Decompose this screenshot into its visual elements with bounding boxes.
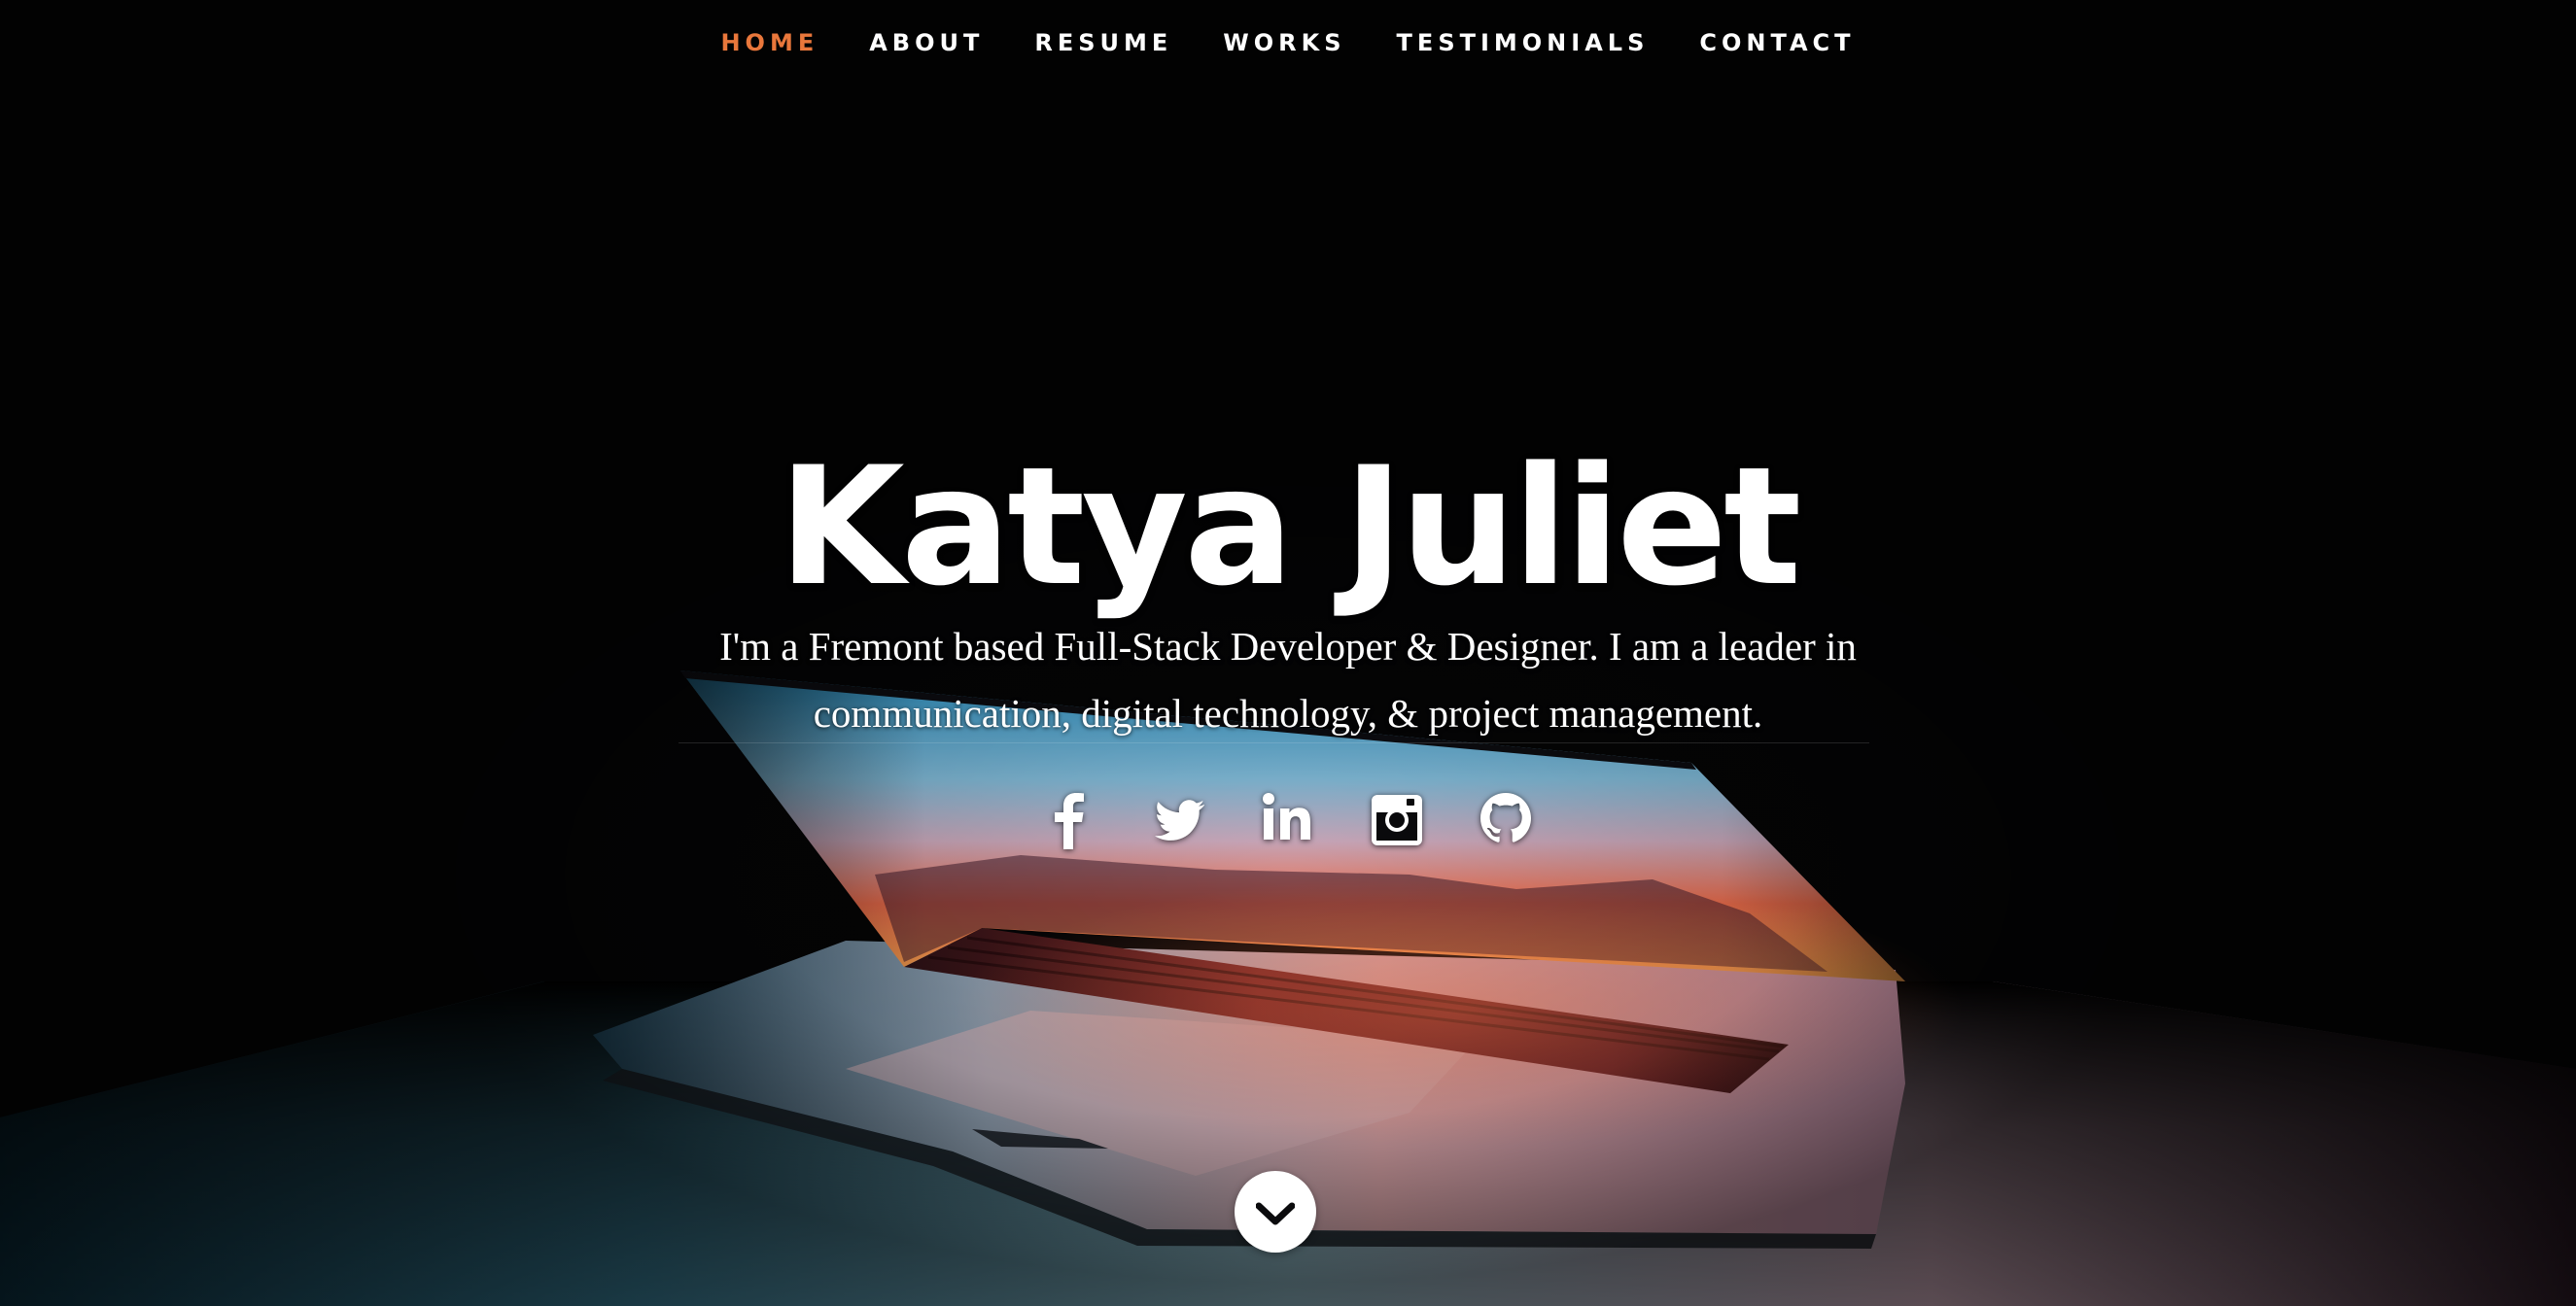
github-icon (1480, 793, 1531, 842)
main-nav: HOME ABOUT RESUME WORKS TESTIMONIALS CON… (0, 0, 2576, 86)
nav-item-testimonials[interactable]: TESTIMONIALS (1397, 29, 1650, 56)
social-links (0, 787, 2576, 849)
hero-tagline-line-2: communication, digital technology, & pro… (813, 691, 1763, 736)
chevron-down-icon (1256, 1202, 1295, 1225)
nav-item-contact[interactable]: CONTACT (1699, 29, 1855, 56)
hero-tagline: I'm a Fremont based Full-Stack Developer… (608, 613, 1968, 747)
facebook-link[interactable] (1043, 787, 1097, 849)
twitter-icon (1155, 800, 1204, 841)
hero-tagline-line-1: I'm a Fremont based Full-Stack Developer… (719, 624, 1857, 669)
hero-name: Katya Juliet (778, 430, 1802, 622)
linkedin-link[interactable] (1261, 787, 1315, 849)
instagram-icon (1372, 795, 1422, 845)
instagram-link[interactable] (1370, 787, 1424, 849)
nav-item-home[interactable]: HOME (720, 29, 818, 56)
nav-item-about[interactable]: ABOUT (869, 29, 984, 56)
facebook-icon (1055, 793, 1084, 849)
scroll-down-button[interactable] (1235, 1171, 1316, 1253)
twitter-link[interactable] (1152, 787, 1206, 849)
nav-item-resume[interactable]: RESUME (1034, 29, 1172, 56)
linkedin-icon (1263, 793, 1310, 840)
github-link[interactable] (1479, 787, 1533, 849)
nav-item-works[interactable]: WORKS (1223, 29, 1345, 56)
nav-list: HOME ABOUT RESUME WORKS TESTIMONIALS CON… (720, 29, 1855, 56)
